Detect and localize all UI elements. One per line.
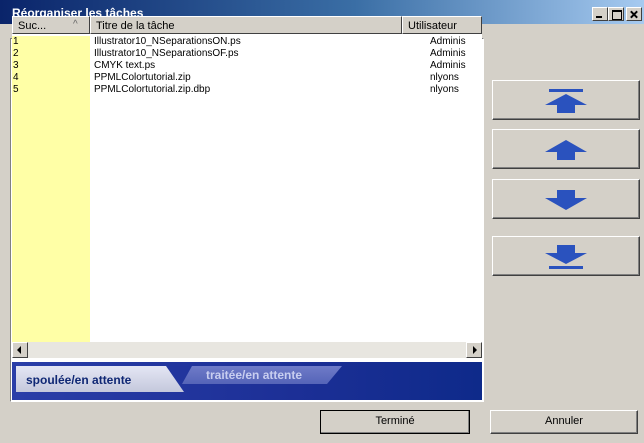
table-row[interactable]: 2 Illustrator10_NSeparationsOF.ps Admini… [12, 48, 482, 60]
move-up-button[interactable] [492, 129, 640, 169]
arrow-up-bar-icon [545, 89, 587, 113]
scroll-left-icon[interactable] [12, 342, 28, 358]
row-user: Adminis [430, 36, 466, 47]
arrow-down-icon [545, 190, 587, 210]
table-row[interactable]: 1 Illustrator10_NSeparationsON.ps Admini… [12, 36, 482, 48]
row-title: PPMLColortutorial.zip.dbp [94, 84, 211, 95]
minimize-icon[interactable] [592, 7, 608, 21]
list-header: Suc... ^ Titre de la tâche Utilisateur [12, 16, 482, 34]
cancel-button[interactable]: Annuler [490, 410, 638, 434]
row-user: nlyons [430, 84, 459, 95]
table-row[interactable]: 5 PPMLColortutorial.zip.dbp nlyons [12, 84, 482, 96]
row-title: CMYK text.ps [94, 60, 156, 71]
row-sequence: 5 [12, 84, 90, 96]
column-header-user[interactable]: Utilisateur [402, 16, 482, 34]
arrow-down-bar-icon [545, 245, 587, 269]
move-to-bottom-button[interactable] [492, 236, 640, 276]
table-row[interactable]: 3 CMYK text.ps Adminis [12, 60, 482, 72]
tab-spooled-held[interactable]: spoulée/en attente [16, 366, 184, 392]
row-user: Adminis [430, 60, 466, 71]
move-down-button[interactable] [492, 179, 640, 219]
arrow-up-icon [545, 140, 587, 160]
row-user: Adminis [430, 48, 466, 59]
row-sequence: 4 [12, 72, 90, 84]
sort-ascending-icon: ^ [73, 19, 78, 30]
tab-processed-held[interactable]: traitée/en attente [182, 366, 342, 384]
row-sequence: 1 [12, 36, 90, 48]
scroll-right-icon[interactable] [466, 342, 482, 358]
job-rows: 1 Illustrator10_NSeparationsON.ps Admini… [12, 36, 482, 96]
horizontal-scrollbar[interactable] [12, 342, 482, 358]
sequence-column-fill [12, 96, 90, 342]
column-header-sequence[interactable]: Suc... ^ [12, 16, 90, 34]
row-title: Illustrator10_NSeparationsOF.ps [94, 48, 239, 59]
row-sequence: 3 [12, 60, 90, 72]
row-user: nlyons [430, 72, 459, 83]
maximize-icon[interactable] [608, 7, 624, 21]
jobs-list[interactable]: Suc... ^ Titre de la tâche Utilisateur 1… [12, 16, 482, 342]
close-icon[interactable] [626, 7, 642, 21]
queue-tab-bar: spoulée/en attente traitée/en attente [12, 362, 482, 400]
row-title: Illustrator10_NSeparationsON.ps [94, 36, 241, 47]
row-title: PPMLColortutorial.zip [94, 72, 191, 83]
column-header-title[interactable]: Titre de la tâche [90, 16, 402, 34]
done-button[interactable]: Terminé [320, 410, 470, 434]
table-row[interactable]: 4 PPMLColortutorial.zip nlyons [12, 72, 482, 84]
move-to-top-button[interactable] [492, 80, 640, 120]
row-sequence: 2 [12, 48, 90, 60]
